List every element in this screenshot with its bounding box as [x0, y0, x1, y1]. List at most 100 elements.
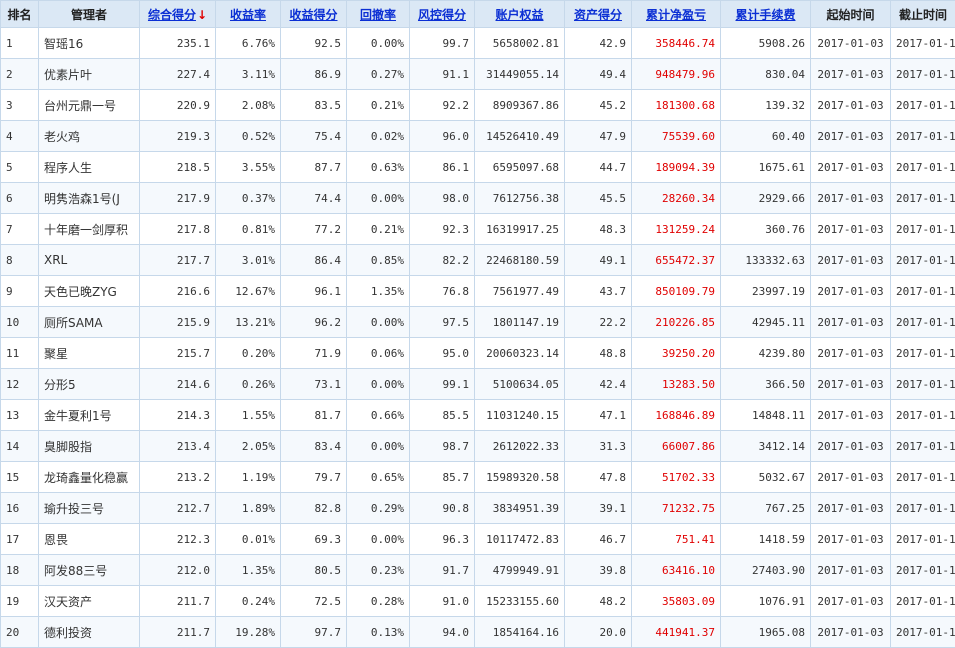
- header-pnl-link[interactable]: 累计净盈亏: [646, 8, 706, 22]
- start-time-cell: 2017-01-03: [811, 369, 891, 400]
- manager-cell: 明隽浩森1号(J: [39, 183, 140, 214]
- header-return-score-link[interactable]: 收益得分: [289, 8, 337, 22]
- equity-cell: 11031240.15: [475, 400, 565, 431]
- rank-cell: 6: [1, 183, 39, 214]
- equity-cell: 2612022.33: [475, 431, 565, 462]
- score-cell: 217.7: [140, 245, 216, 276]
- header-return-rate[interactable]: 收益率: [216, 1, 281, 28]
- equity-cell: 8909367.86: [475, 90, 565, 121]
- return-rate-cell: 0.81%: [216, 214, 281, 245]
- start-time-cell: 2017-01-03: [811, 555, 891, 586]
- drawdown-cell: 0.00%: [347, 183, 410, 214]
- header-risk-score[interactable]: 风控得分: [410, 1, 475, 28]
- header-risk-score-link[interactable]: 风控得分: [418, 8, 466, 22]
- asset-score-cell: 48.3: [565, 214, 632, 245]
- score-cell: 214.3: [140, 400, 216, 431]
- fee-cell: 1418.59: [721, 524, 811, 555]
- fee-cell: 366.50: [721, 369, 811, 400]
- manager-cell: 汉天资产: [39, 586, 140, 617]
- return-score-cell: 81.7: [281, 400, 347, 431]
- header-end: 截止时间: [891, 1, 955, 28]
- equity-cell: 5100634.05: [475, 369, 565, 400]
- header-asset-score[interactable]: 资产得分: [565, 1, 632, 28]
- asset-score-cell: 44.7: [565, 152, 632, 183]
- score-cell: 215.7: [140, 338, 216, 369]
- header-score[interactable]: 综合得分↓: [140, 1, 216, 28]
- end-time-cell: 2017-01-10: [891, 90, 955, 121]
- risk-score-cell: 91.7: [410, 555, 475, 586]
- start-time-cell: 2017-01-03: [811, 338, 891, 369]
- table-row: 12分形5214.60.26%73.10.00%99.15100634.0542…: [1, 369, 955, 400]
- rank-cell: 3: [1, 90, 39, 121]
- equity-cell: 7612756.38: [475, 183, 565, 214]
- header-drawdown[interactable]: 回撤率: [347, 1, 410, 28]
- end-time-cell: 2017-01-10: [891, 183, 955, 214]
- return-rate-cell: 0.26%: [216, 369, 281, 400]
- drawdown-cell: 0.65%: [347, 462, 410, 493]
- table-row: 4老火鸡219.30.52%75.40.02%96.014526410.4947…: [1, 121, 955, 152]
- risk-score-cell: 94.0: [410, 617, 475, 648]
- drawdown-cell: 0.00%: [347, 369, 410, 400]
- table-row: 8XRL217.73.01%86.40.85%82.222468180.5949…: [1, 245, 955, 276]
- fee-cell: 5032.67: [721, 462, 811, 493]
- header-equity[interactable]: 账户权益: [475, 1, 565, 28]
- start-time-cell: 2017-01-03: [811, 524, 891, 555]
- asset-score-cell: 46.7: [565, 524, 632, 555]
- asset-score-cell: 48.2: [565, 586, 632, 617]
- pnl-cell: 358446.74: [632, 28, 721, 59]
- manager-cell: 龙琦鑫量化稳赢: [39, 462, 140, 493]
- header-return-score[interactable]: 收益得分: [281, 1, 347, 28]
- return-rate-cell: 2.05%: [216, 431, 281, 462]
- header-equity-link[interactable]: 账户权益: [495, 8, 543, 22]
- fee-cell: 133332.63: [721, 245, 811, 276]
- asset-score-cell: 42.4: [565, 369, 632, 400]
- header-pnl[interactable]: 累计净盈亏: [632, 1, 721, 28]
- rank-cell: 14: [1, 431, 39, 462]
- drawdown-cell: 0.02%: [347, 121, 410, 152]
- equity-cell: 4799949.91: [475, 555, 565, 586]
- header-fee-link[interactable]: 累计手续费: [735, 8, 795, 22]
- table-row: 7十年磨一剑厚积217.80.81%77.20.21%92.316319917.…: [1, 214, 955, 245]
- risk-score-cell: 85.5: [410, 400, 475, 431]
- manager-cell: 程序人生: [39, 152, 140, 183]
- end-time-cell: 2017-01-10: [891, 400, 955, 431]
- fee-cell: 4239.80: [721, 338, 811, 369]
- risk-score-cell: 91.1: [410, 59, 475, 90]
- pnl-cell: 948479.96: [632, 59, 721, 90]
- fee-cell: 42945.11: [721, 307, 811, 338]
- pnl-cell: 75539.60: [632, 121, 721, 152]
- return-score-cell: 80.5: [281, 555, 347, 586]
- pnl-cell: 13283.50: [632, 369, 721, 400]
- drawdown-cell: 0.21%: [347, 90, 410, 121]
- table-row: 9天色已晚ZYG216.612.67%96.11.35%76.87561977.…: [1, 276, 955, 307]
- return-rate-cell: 0.20%: [216, 338, 281, 369]
- return-score-cell: 82.8: [281, 493, 347, 524]
- header-asset-score-link[interactable]: 资产得分: [574, 8, 622, 22]
- header-fee[interactable]: 累计手续费: [721, 1, 811, 28]
- header-return-rate-link[interactable]: 收益率: [230, 8, 266, 22]
- fee-cell: 767.25: [721, 493, 811, 524]
- asset-score-cell: 47.1: [565, 400, 632, 431]
- risk-score-cell: 92.2: [410, 90, 475, 121]
- fee-cell: 1675.61: [721, 152, 811, 183]
- rank-cell: 9: [1, 276, 39, 307]
- table-row: 11聚星215.70.20%71.90.06%95.020060323.1448…: [1, 338, 955, 369]
- end-time-cell: 2017-01-10: [891, 586, 955, 617]
- header-drawdown-link[interactable]: 回撤率: [360, 8, 396, 22]
- manager-cell: 天色已晚ZYG: [39, 276, 140, 307]
- asset-score-cell: 42.9: [565, 28, 632, 59]
- pnl-cell: 28260.34: [632, 183, 721, 214]
- return-score-cell: 96.2: [281, 307, 347, 338]
- risk-score-cell: 91.0: [410, 586, 475, 617]
- drawdown-cell: 0.63%: [347, 152, 410, 183]
- rank-cell: 10: [1, 307, 39, 338]
- return-rate-cell: 12.67%: [216, 276, 281, 307]
- end-time-cell: 2017-01-10: [891, 214, 955, 245]
- table-row: 13金牛夏利1号214.31.55%81.70.66%85.511031240.…: [1, 400, 955, 431]
- fee-cell: 139.32: [721, 90, 811, 121]
- asset-score-cell: 39.1: [565, 493, 632, 524]
- drawdown-cell: 0.28%: [347, 586, 410, 617]
- table-row: 19汉天资产211.70.24%72.50.28%91.015233155.60…: [1, 586, 955, 617]
- pnl-cell: 189094.39: [632, 152, 721, 183]
- header-score-link[interactable]: 综合得分: [148, 8, 196, 22]
